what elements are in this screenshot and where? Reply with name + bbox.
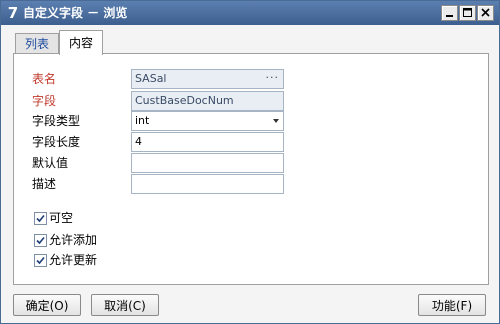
default-value-input[interactable] xyxy=(131,153,284,173)
browse-ellipsis-icon[interactable]: ··· xyxy=(266,70,280,86)
field-type-select[interactable]: int xyxy=(131,111,284,131)
allow-insert-label: 允许添加 xyxy=(49,233,98,247)
field-label: 字段 xyxy=(32,94,57,108)
field-length-input[interactable]: 4 xyxy=(131,132,284,152)
app-icon: 7 xyxy=(7,4,19,22)
field-type-value: int xyxy=(135,114,150,127)
maximize-button[interactable] xyxy=(459,5,476,21)
table-name-label: 表名 xyxy=(32,72,57,86)
nullable-label: 可空 xyxy=(49,211,74,225)
minimize-icon xyxy=(446,15,453,17)
cancel-button[interactable]: 取消(C) xyxy=(91,294,159,316)
field-type-label: 字段类型 xyxy=(32,114,81,128)
ok-button[interactable]: 确定(O) xyxy=(13,294,81,316)
allow-update-checkbox[interactable] xyxy=(34,254,47,267)
chevron-down-icon[interactable] xyxy=(273,119,279,123)
dialog-window: 7 自定义字段 － 浏览 列表 内容 表名 字段 字段类型 字段长度 默认值 描… xyxy=(0,0,500,324)
tab-list[interactable]: 列表 xyxy=(15,33,59,54)
checkmark-icon xyxy=(36,236,45,245)
window-title: 自定义字段 － 浏览 xyxy=(23,6,128,20)
maximize-icon xyxy=(463,8,472,17)
tab-list-label: 列表 xyxy=(24,37,49,51)
function-button[interactable]: 功能(F) xyxy=(418,294,486,316)
description-input[interactable] xyxy=(131,174,284,194)
field-name-field[interactable]: CustBaseDocNum xyxy=(131,91,284,111)
field-length-label: 字段长度 xyxy=(32,135,81,149)
field-name-value: CustBaseDocNum xyxy=(135,94,234,107)
description-label: 描述 xyxy=(32,177,57,191)
table-name-field[interactable]: SASal ··· xyxy=(131,69,284,89)
close-button[interactable] xyxy=(477,5,494,21)
checkmark-icon xyxy=(36,214,45,223)
allow-update-label: 允许更新 xyxy=(49,253,98,267)
default-value-label: 默认值 xyxy=(32,156,69,170)
close-icon xyxy=(481,8,490,17)
nullable-checkbox[interactable] xyxy=(34,212,47,225)
minimize-button[interactable] xyxy=(441,5,458,21)
field-length-value: 4 xyxy=(135,135,142,148)
tab-content[interactable]: 内容 xyxy=(59,30,103,55)
allow-insert-checkbox[interactable] xyxy=(34,234,47,247)
tab-content-label: 内容 xyxy=(68,36,93,50)
title-bar[interactable]: 7 自定义字段 － 浏览 xyxy=(1,1,499,25)
checkmark-icon xyxy=(36,256,45,265)
table-name-value: SASal xyxy=(135,72,167,85)
